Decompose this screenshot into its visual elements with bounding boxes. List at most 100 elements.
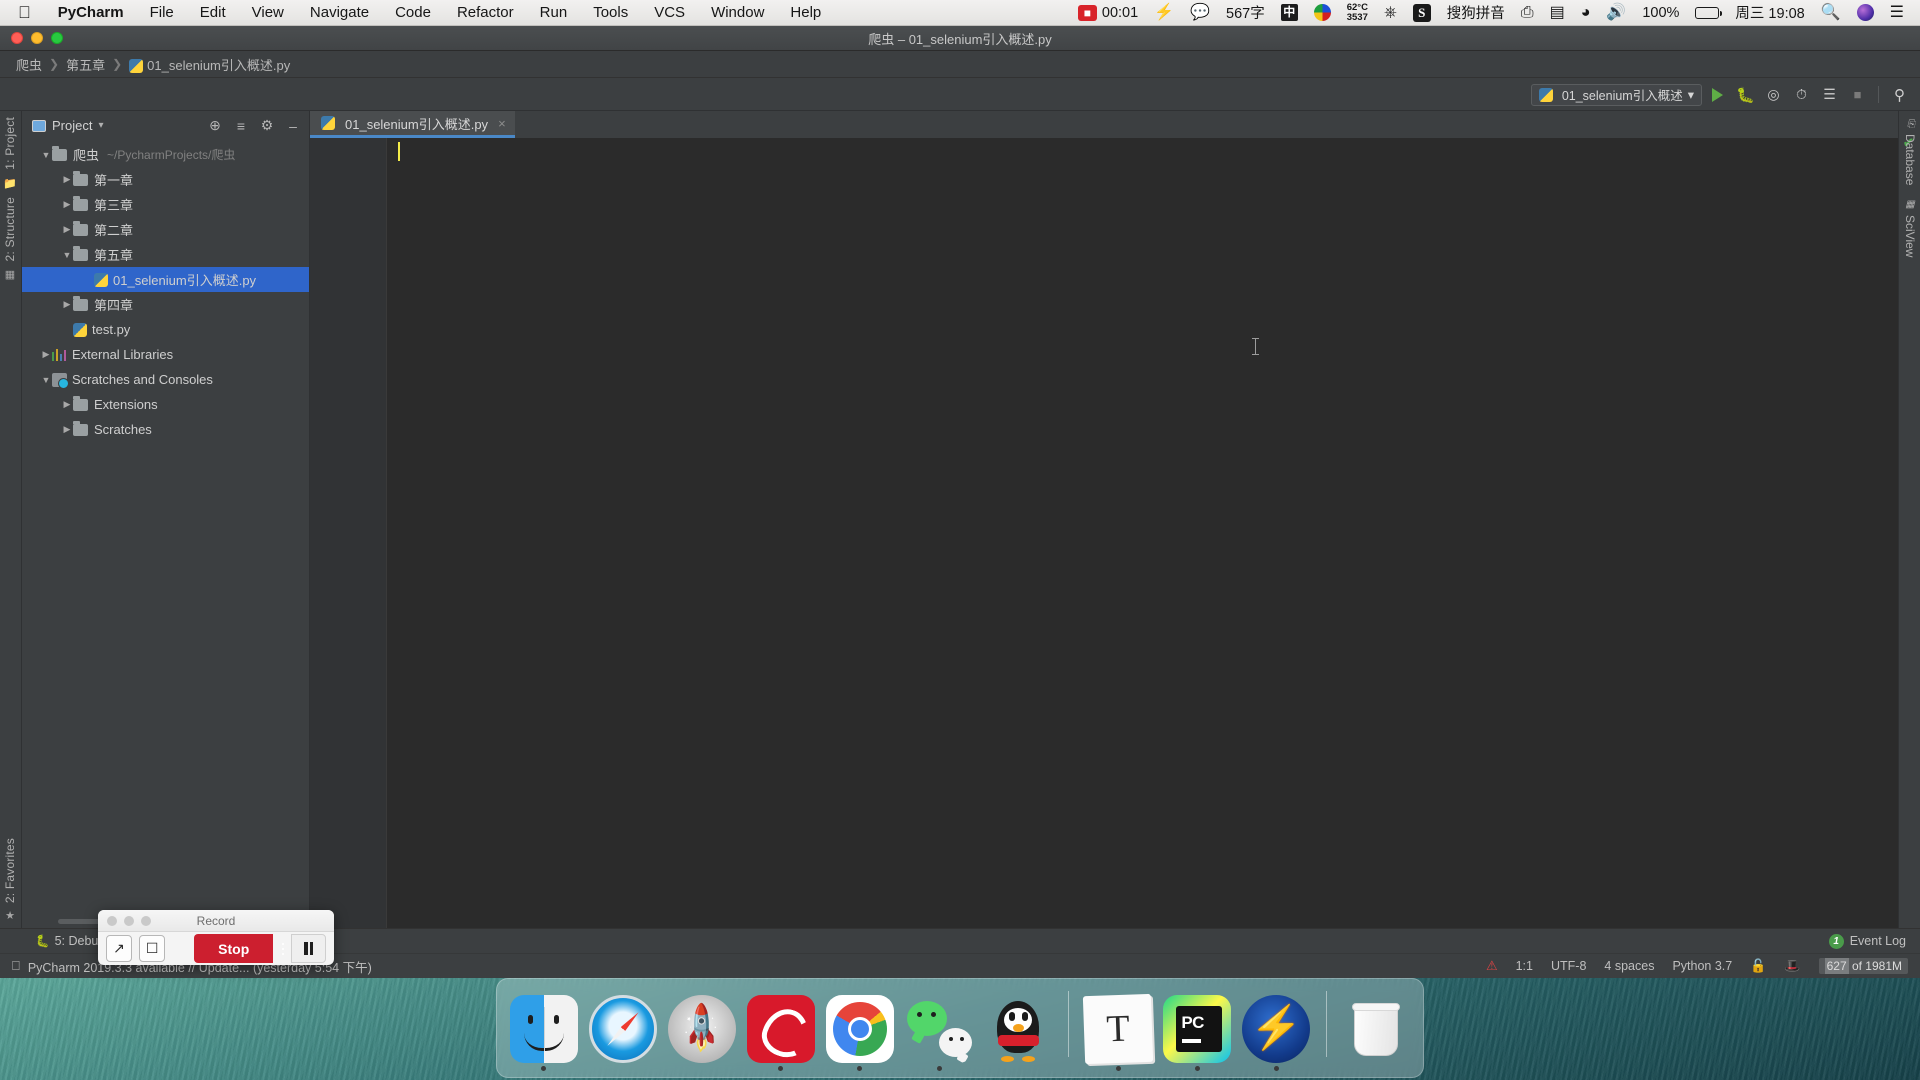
editor-tab[interactable]: 01_selenium引入概述.py × <box>310 111 515 138</box>
stop-button[interactable]: ■ <box>1845 82 1870 107</box>
sogou-label[interactable]: 搜狗拼音 <box>1439 0 1513 26</box>
run-coverage-button[interactable]: ◎ <box>1761 82 1786 107</box>
screen-recorder-status[interactable]: ■ 00:01 <box>1070 0 1146 26</box>
menu-refactor[interactable]: Refactor <box>444 0 527 26</box>
tree-node-8[interactable]: ▶ External Libraries <box>22 342 309 367</box>
run-button[interactable] <box>1705 82 1730 107</box>
memory-indicator[interactable]: 627 of 1981M <box>1818 958 1908 974</box>
chevron-down-icon[interactable]: ▾ <box>98 120 103 131</box>
breadcrumb-item-project[interactable]: 爬虫 <box>12 55 46 74</box>
screen-region-button[interactable]: ☐ <box>139 935 166 962</box>
locate-icon[interactable]: ⊕ <box>205 116 225 136</box>
dock-item-qq[interactable] <box>984 995 1053 1071</box>
hector-icon[interactable]: 🎩 <box>1784 958 1800 974</box>
python-interpreter[interactable]: Python 3.7 <box>1672 959 1732 973</box>
menu-bar-clock[interactable]: 周三 19:08 <box>1727 0 1812 26</box>
volume-icon[interactable]: 🔊 <box>1598 0 1634 26</box>
dock-item-safari[interactable] <box>588 995 657 1071</box>
twisty-expanded-icon[interactable]: ▼ <box>61 250 73 260</box>
debug-button[interactable]: 🐛 <box>1733 82 1758 107</box>
app-icon[interactable]: ⎈ <box>1376 0 1405 26</box>
tree-node-11[interactable]: ▶ Scratches <box>22 417 309 442</box>
lock-icon[interactable]: 🔓 <box>1750 958 1766 974</box>
apple-logo-icon[interactable]:  <box>12 0 45 26</box>
menu-navigate[interactable]: Navigate <box>297 0 382 26</box>
screenshot-icon[interactable]: ⎙ <box>1513 0 1542 26</box>
menu-tools[interactable]: Tools <box>580 0 641 26</box>
sidebar-item-database[interactable]: ⎘ Database <box>1903 119 1917 185</box>
menu-view[interactable]: View <box>239 0 297 26</box>
sidebar-item-sciview[interactable]: ▦ SciView <box>1903 199 1917 257</box>
sidebar-item-structure[interactable]: 2: Structure <box>3 197 17 261</box>
dock-item-launchpad[interactable]: 🚀 <box>667 995 736 1071</box>
tool-window-debug[interactable]: 🐛 5: Debug <box>34 934 105 949</box>
breadcrumb-item-file[interactable]: 01_selenium引入概述.py <box>125 55 294 74</box>
close-icon[interactable]: × <box>498 116 506 131</box>
indent-setting[interactable]: 4 spaces <box>1604 959 1654 973</box>
dock-item-netease-music[interactable] <box>746 995 815 1071</box>
tree-node-2[interactable]: ▶ 第三章 <box>22 192 309 217</box>
sidebar-item-favorites[interactable]: 2: Favorites <box>3 838 17 903</box>
run-with-console-button[interactable]: ☰ <box>1817 82 1842 107</box>
tree-node-9[interactable]: ▼ Scratches and Consoles <box>22 367 309 392</box>
tree-node-10[interactable]: ▶ Extensions <box>22 392 309 417</box>
record-window[interactable]: Record ↗ ☐ Stop <box>98 910 334 965</box>
arrow-pointer-button[interactable]: ↗ <box>106 935 133 962</box>
display-icon[interactable]: ▤ <box>1542 0 1573 26</box>
wechat-icon[interactable]: 💬 <box>1182 0 1218 26</box>
color-wheel-icon[interactable] <box>1306 0 1339 26</box>
control-center-icon[interactable]: ☰ <box>1882 0 1912 26</box>
tree-node-7[interactable]: test.py <box>22 317 309 342</box>
pause-recording-button[interactable] <box>291 934 326 963</box>
tree-node-0[interactable]: ▼ 爬虫 ~/PycharmProjects/爬虫 <box>22 142 309 167</box>
stop-recording-button[interactable]: Stop <box>194 934 274 963</box>
search-everywhere-button[interactable]: ⚲ <box>1887 82 1912 107</box>
menu-edit[interactable]: Edit <box>187 0 239 26</box>
collapse-all-icon[interactable]: ≡ <box>231 116 251 136</box>
dock-item-thunder[interactable]: ⚡ <box>1242 995 1311 1071</box>
tree-node-1[interactable]: ▶ 第一章 <box>22 167 309 192</box>
dock-item-pycharm[interactable]: PC <box>1163 995 1232 1071</box>
editor-body[interactable] <box>310 138 1898 928</box>
menu-help[interactable]: Help <box>777 0 834 26</box>
dock-item-textedit[interactable] <box>1083 993 1154 1071</box>
tree-node-4[interactable]: ▼ 第五章 <box>22 242 309 267</box>
sidebar-item-project[interactable]: 1: Project <box>3 117 17 170</box>
inspections-icon[interactable]: ⚠ <box>1486 958 1498 974</box>
menu-pycharm[interactable]: PyCharm <box>45 0 137 26</box>
twisty-collapsed-icon[interactable]: ▶ <box>61 424 73 435</box>
word-count-status[interactable]: 567字 <box>1218 0 1273 26</box>
run-configuration-selector[interactable]: 01_selenium引入概述 ▾ <box>1530 83 1702 106</box>
tree-node-6[interactable]: ▶ 第四章 <box>22 292 309 317</box>
editor-text-area[interactable] <box>387 138 1898 928</box>
twisty-expanded-icon[interactable]: ▼ <box>40 375 52 385</box>
tree-node-5[interactable]: 01_selenium引入概述.py <box>22 267 309 292</box>
twisty-collapsed-icon[interactable]: ▶ <box>61 299 73 310</box>
file-encoding[interactable]: UTF-8 <box>1551 959 1586 973</box>
wifi-icon[interactable]: ◕ <box>1573 0 1599 26</box>
twisty-collapsed-icon[interactable]: ▶ <box>40 349 52 360</box>
settings-gear-icon[interactable]: ⚙ <box>257 116 277 136</box>
dock-item-chrome[interactable] <box>825 995 894 1071</box>
battery-percent[interactable]: 100% <box>1634 0 1687 26</box>
ime-icon[interactable]: 中 <box>1273 0 1306 26</box>
temperature-status[interactable]: 62°C 3537 <box>1339 0 1376 26</box>
twisty-collapsed-icon[interactable]: ▶ <box>61 399 73 410</box>
tree-node-3[interactable]: ▶ 第二章 <box>22 217 309 242</box>
sogou-icon[interactable]: S <box>1405 0 1439 26</box>
breadcrumb-item-folder[interactable]: 第五章 <box>62 55 109 74</box>
spotlight-search-icon[interactable]: 🔍 <box>1813 0 1849 26</box>
siri-icon[interactable] <box>1849 0 1882 26</box>
event-log-button[interactable]: 1 Event Log <box>1828 933 1906 949</box>
profile-button[interactable]: ⏱ <box>1789 82 1814 107</box>
menu-run[interactable]: Run <box>527 0 581 26</box>
caret-position[interactable]: 1:1 <box>1516 959 1533 973</box>
menu-vcs[interactable]: VCS <box>641 0 698 26</box>
menu-code[interactable]: Code <box>382 0 444 26</box>
bolt-icon[interactable]: ⚡ <box>1146 0 1182 26</box>
dock-item-wechat[interactable] <box>905 995 974 1071</box>
status-window-icon[interactable]: ⎕ <box>12 958 20 974</box>
menu-window[interactable]: Window <box>698 0 777 26</box>
dock-item-trash[interactable] <box>1342 995 1411 1071</box>
hide-icon[interactable]: – <box>283 116 303 136</box>
